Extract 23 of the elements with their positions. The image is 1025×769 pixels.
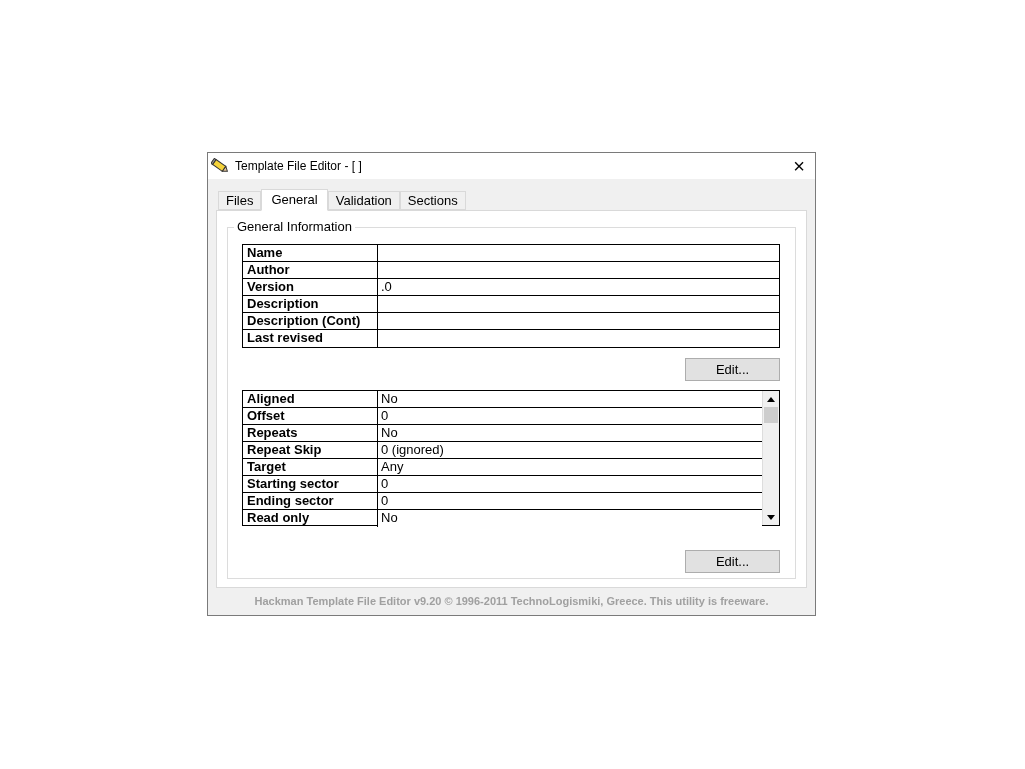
window-title: Template File Editor - [ ]	[235, 158, 363, 175]
scrollbar[interactable]	[762, 391, 779, 525]
close-button[interactable]: ×	[793, 156, 805, 176]
footer-text: Hackman Template File Editor v9.20 © 1996-2011 TechnoLogismiki, Greece. This utility is freeware.	[254, 594, 769, 610]
pencil-icon	[211, 158, 229, 174]
tab[interactable]: General	[261, 189, 328, 211]
tab[interactable]: Files	[218, 191, 262, 210]
tab[interactable]: Sections	[399, 191, 466, 210]
property-value: No	[381, 425, 398, 441]
property-value: 0	[381, 408, 389, 424]
scroll-down-icon[interactable]	[767, 514, 775, 520]
property-value: 0	[381, 493, 389, 509]
property-value: 0	[381, 476, 389, 492]
property-value: Any	[381, 459, 404, 475]
property-value: 0 (ignored)	[381, 442, 444, 458]
property-value: No	[381, 391, 398, 407]
scroll-up-icon[interactable]	[767, 396, 775, 402]
tab[interactable]: Validation	[327, 191, 400, 210]
edit-button[interactable]: Edit...	[685, 358, 780, 381]
property-value: No	[381, 510, 398, 526]
scroll-thumb[interactable]	[764, 407, 778, 423]
edit-button[interactable]: Edit...	[685, 550, 780, 573]
property-value: .0	[381, 279, 392, 295]
